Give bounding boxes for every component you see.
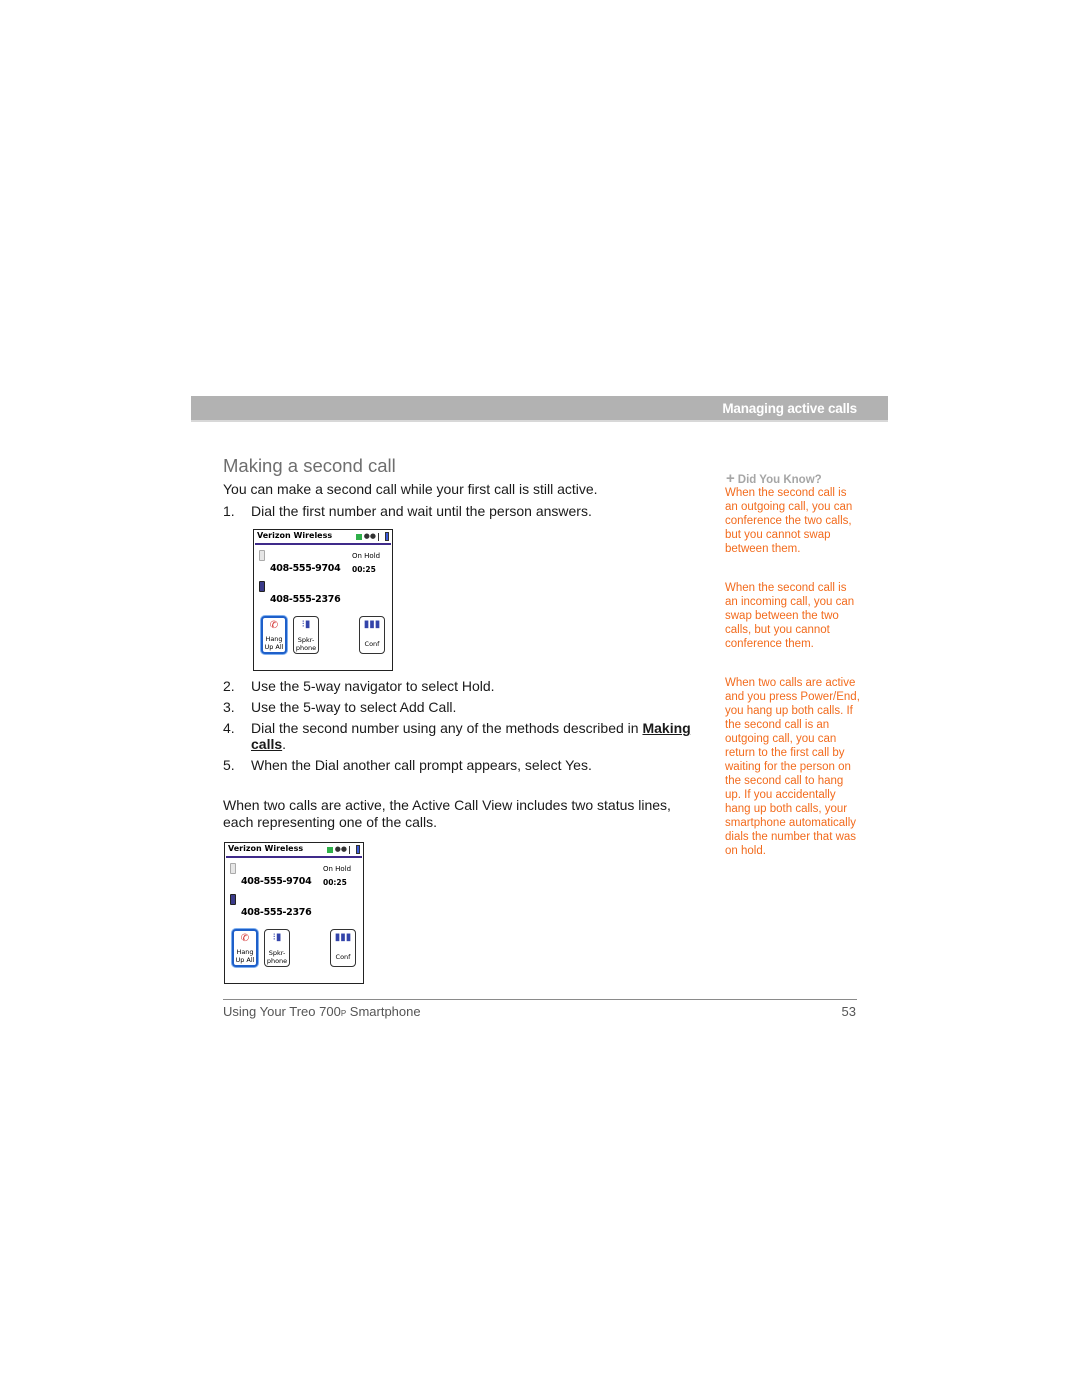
step-text: When the Dial another call prompt appear… xyxy=(251,757,592,773)
call-status: On Hold xyxy=(323,865,352,873)
data-dots-icon: ●● xyxy=(334,845,347,853)
step-text: Dial the first number and wait until the… xyxy=(251,503,592,519)
antenna-icon xyxy=(349,845,354,854)
page-number: 53 xyxy=(841,1004,856,1019)
held-call-icon xyxy=(259,550,265,561)
did-you-know-heading: + Did You Know? xyxy=(726,470,822,487)
step-text: Use the 5-way navigator to select Hold. xyxy=(251,678,495,694)
hang-up-all-button[interactable]: ✆ Hang Up All xyxy=(232,929,258,967)
active-call-icon xyxy=(259,581,265,592)
call-number-1: 408-555-9704 xyxy=(241,876,312,887)
button-label: Up All xyxy=(235,956,255,964)
section-header-bar: Managing active calls xyxy=(191,396,888,422)
conference-button[interactable]: ▮▮▮ Conf xyxy=(359,616,385,654)
status-icons: ●● xyxy=(355,532,389,541)
call-number-1: 408-555-9704 xyxy=(270,563,341,574)
step-text-tail: . xyxy=(282,736,287,752)
active-call-icon xyxy=(230,894,236,905)
step-text: Dial the second number using any of the … xyxy=(251,720,691,752)
phone-status-icon xyxy=(356,845,360,854)
tip-2: When the second call is an incoming call… xyxy=(725,582,855,650)
footer-divider xyxy=(223,999,857,1000)
antenna-icon xyxy=(378,532,383,541)
speakerphone-button[interactable]: ⁝▮ Spkr-phone xyxy=(264,929,290,967)
speakerphone-icon: ⁝▮ xyxy=(301,619,311,630)
call-timer: 00:25 xyxy=(323,878,347,887)
button-label: phone xyxy=(266,957,288,965)
button-label: Spkr- xyxy=(297,636,315,644)
intro-text: You can make a second call while your fi… xyxy=(223,481,598,497)
phone-screenshot-2: Verizon Wireless ●● On Hold 408-555-9704… xyxy=(224,842,364,984)
status-icons: ●● xyxy=(326,845,360,854)
handset-icon: ✆ xyxy=(240,933,250,944)
button-label: phone xyxy=(295,644,317,652)
section-header-title: Managing active calls xyxy=(722,401,857,416)
held-call-icon xyxy=(230,863,236,874)
hang-up-all-button[interactable]: ✆ Hang Up All xyxy=(261,616,287,654)
step-number: 5. xyxy=(223,757,235,773)
step-number: 3. xyxy=(223,699,235,715)
button-label: Hang xyxy=(265,635,283,643)
step-number: 2. xyxy=(223,678,235,694)
phone-title-bar: Verizon Wireless ●● xyxy=(226,844,362,858)
footer-title-end: Smartphone xyxy=(346,1004,421,1019)
step-number: 4. xyxy=(223,720,235,736)
page-heading: Making a second call xyxy=(223,455,396,476)
plus-icon: + xyxy=(726,470,735,487)
tip-1: When the second call is an outgoing call… xyxy=(725,487,853,555)
speakerphone-icon: ⁝▮ xyxy=(272,932,282,943)
did-you-know-title: Did You Know? xyxy=(737,474,822,486)
conference-icon: ▮▮▮ xyxy=(334,932,352,943)
carrier-name: Verizon Wireless xyxy=(228,844,304,853)
call-timer: 00:25 xyxy=(352,565,376,574)
carrier-name: Verizon Wireless xyxy=(257,531,333,540)
button-label: Conf xyxy=(364,640,380,648)
tip-3: When two calls are active and you press … xyxy=(725,677,860,857)
call-number-2: 408-555-2376 xyxy=(241,907,312,918)
footer-title-main: Using Your Treo 700 xyxy=(223,1004,341,1019)
conference-icon: ▮▮▮ xyxy=(363,619,381,630)
phone-status-icon xyxy=(385,532,389,541)
handset-icon: ✆ xyxy=(269,620,279,631)
phone-screenshot-1: Verizon Wireless ●● On Hold 408-555-9704… xyxy=(253,529,393,671)
button-label: Up All xyxy=(264,643,284,651)
step-number: 1. xyxy=(223,503,235,519)
button-label: Hang xyxy=(236,948,254,956)
footer-title: Using Your Treo 700P Smartphone xyxy=(223,1004,421,1019)
call-number-2: 408-555-2376 xyxy=(270,594,341,605)
call-status: On Hold xyxy=(352,552,381,560)
speakerphone-button[interactable]: ⁝▮ Spkr-phone xyxy=(293,616,319,654)
conference-button[interactable]: ▮▮▮ Conf xyxy=(330,929,356,967)
battery-green-icon xyxy=(355,533,362,540)
button-label: Conf xyxy=(335,953,351,961)
data-dots-icon: ●● xyxy=(363,532,376,540)
step-text: Use the 5-way to select Add Call. xyxy=(251,699,457,715)
battery-green-icon xyxy=(326,846,333,853)
phone-title-bar: Verizon Wireless ●● xyxy=(255,531,391,545)
step-text-body: Dial the second number using any of the … xyxy=(251,720,639,736)
body-paragraph: When two calls are active, the Active Ca… xyxy=(223,797,671,830)
button-label: Spkr- xyxy=(268,949,286,957)
